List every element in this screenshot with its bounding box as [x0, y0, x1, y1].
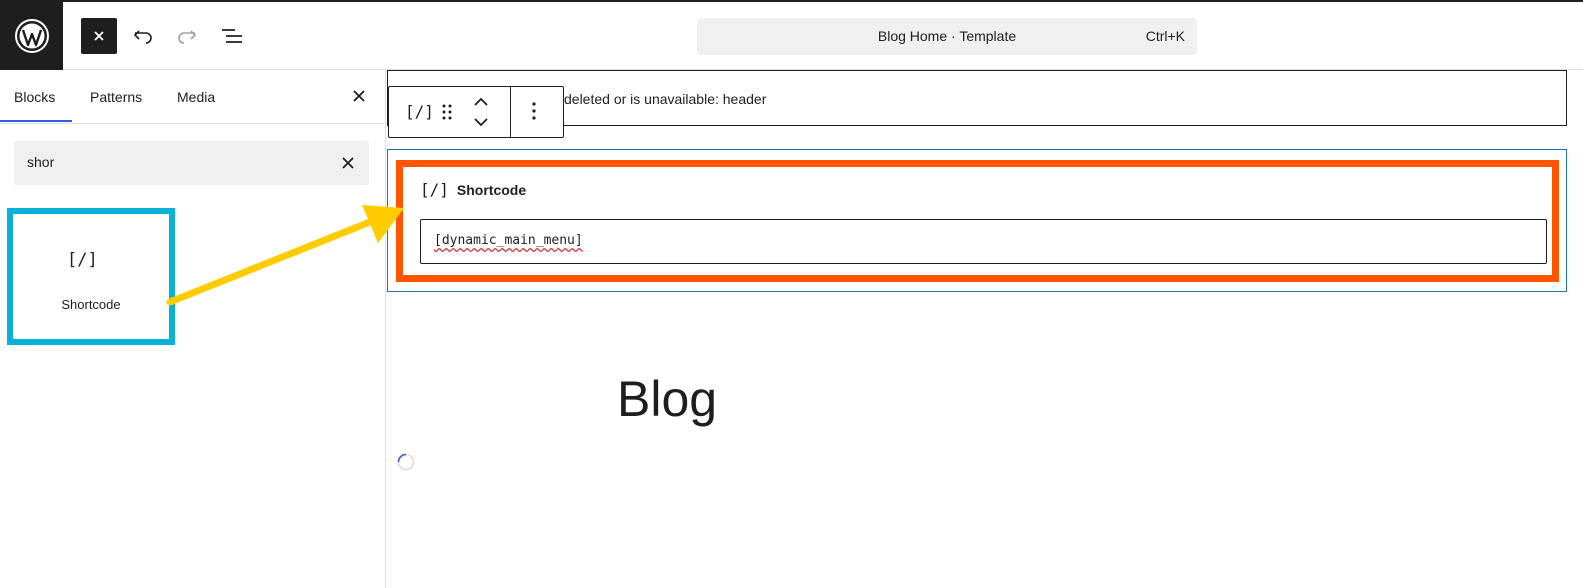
shortcode-block[interactable]: [/] Shortcode [dynamic_main_menu] [396, 160, 1559, 282]
redo-icon [178, 30, 197, 44]
more-options-icon[interactable] [531, 101, 537, 126]
close-icon [342, 157, 354, 169]
block-inserter-panel: Blocks Patterns Media [/] Shortcode [0, 70, 386, 588]
block-search-box [14, 141, 369, 185]
list-view-button[interactable] [214, 18, 250, 54]
command-shortcut: Ctrl+K [1145, 28, 1185, 44]
shortcode-icon: [/] [420, 180, 449, 199]
redo-button[interactable] [169, 18, 205, 54]
clear-search-button[interactable] [341, 156, 355, 170]
block-type-button[interactable]: [/] [405, 102, 434, 121]
active-tab-indicator [0, 120, 72, 122]
shortcode-input[interactable]: [dynamic_main_menu] [420, 219, 1547, 264]
tab-blocks[interactable]: Blocks [14, 89, 55, 105]
drag-handle-icon[interactable] [441, 103, 453, 126]
block-result-label: Shortcode [61, 297, 121, 312]
missing-block-message: deleted or is unavailable: header [564, 91, 767, 107]
undo-button[interactable] [125, 18, 161, 54]
block-search-input[interactable] [27, 154, 307, 170]
tab-patterns[interactable]: Patterns [90, 89, 142, 105]
missing-template-part-notice[interactable]: deleted or is unavailable: header [387, 70, 1567, 126]
shortcode-block-label: [/] Shortcode [420, 180, 526, 199]
editor-top-bar: Blog Home · Template Ctrl+K [0, 0, 1583, 70]
tab-media[interactable]: Media [177, 89, 215, 105]
close-panel-button[interactable] [350, 87, 368, 105]
template-title: Blog Home · Template [877, 28, 1017, 44]
selected-block-outline: [/] Shortcode [dynamic_main_menu] [387, 149, 1567, 292]
close-icon [353, 90, 365, 102]
loading-spinner-icon [397, 453, 415, 471]
list-view-icon [222, 29, 242, 43]
undo-icon [133, 30, 152, 44]
wordpress-logo-icon[interactable] [0, 2, 63, 70]
block-toolbar: [/] [388, 86, 564, 138]
shortcode-icon: [/] [67, 250, 98, 270]
editor-canvas: deleted or is unavailable: header [/] [/… [386, 70, 1583, 588]
shortcode-block-result[interactable]: [/] Shortcode [7, 208, 175, 345]
close-inserter-button[interactable] [81, 18, 117, 54]
toolbar-divider [510, 87, 511, 137]
inserter-tabs: Blocks Patterns Media [0, 70, 385, 124]
shortcode-label-text: Shortcode [456, 181, 527, 198]
command-palette-button[interactable]: Blog Home · Template Ctrl+K [697, 18, 1197, 55]
shortcode-value: [dynamic_main_menu] [434, 233, 583, 248]
blog-heading[interactable]: Blog [617, 370, 717, 428]
close-icon [94, 31, 104, 41]
move-up-down-icon[interactable] [473, 96, 489, 133]
